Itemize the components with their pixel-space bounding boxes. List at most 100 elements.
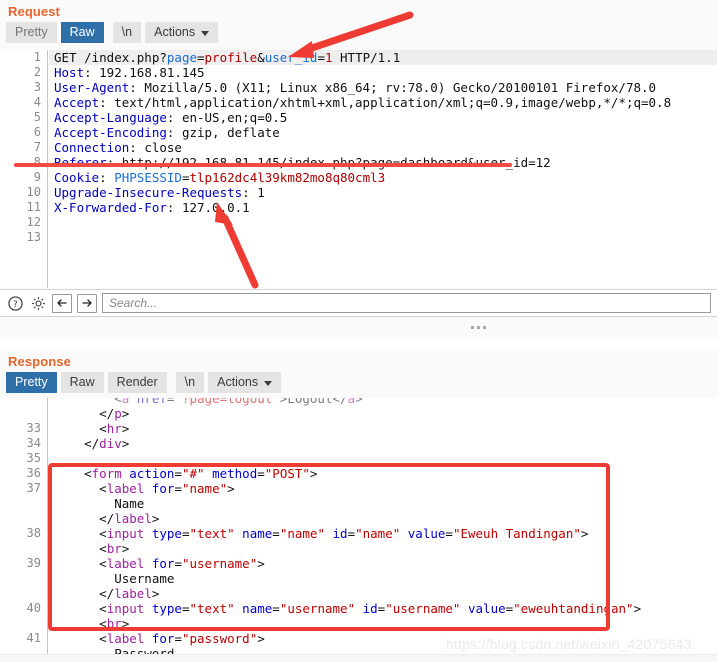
code-token: div bbox=[99, 436, 122, 451]
code-token: "password" bbox=[181, 631, 258, 646]
line-number: 7 bbox=[33, 140, 41, 154]
search-input[interactable]: Search... bbox=[102, 293, 711, 313]
line-number bbox=[0, 511, 47, 526]
line-number bbox=[0, 398, 47, 406]
request-tab-pretty[interactable]: Pretty bbox=[6, 22, 57, 44]
line-number: 34 bbox=[26, 436, 41, 450]
code-line[interactable]: <hr> bbox=[49, 421, 717, 436]
annotation-redbox-form bbox=[48, 463, 610, 631]
code-line[interactable]: Cookie: PHPSESSID=tlp162dc4l39km82mo8q80… bbox=[49, 170, 717, 185]
request-tab-actions[interactable]: Actions bbox=[145, 22, 219, 44]
response-tab-n[interactable]: \n bbox=[175, 372, 205, 394]
code-token: >Logout</ bbox=[279, 398, 348, 406]
request-tab-n[interactable]: \n bbox=[112, 22, 142, 44]
line-number: 12 bbox=[26, 215, 41, 229]
code-token: page bbox=[166, 50, 197, 65]
code-line[interactable]: Accept: text/html,application/xhtml+xml,… bbox=[49, 95, 717, 110]
code-token: : Mozilla/5.0 (X11; Linux x86_64; rv:78.… bbox=[129, 80, 657, 95]
code-line[interactable]: Host: 192.168.81.145 bbox=[49, 65, 717, 80]
code-token: Cookie bbox=[54, 170, 100, 185]
line-number: 6 bbox=[33, 125, 41, 139]
code-token: : gzip, deflate bbox=[166, 125, 280, 140]
code-line[interactable] bbox=[49, 215, 717, 230]
code-line[interactable]: Upgrade-Insecure-Requests: 1 bbox=[49, 185, 717, 200]
code-line[interactable]: Accept-Encoding: gzip, deflate bbox=[49, 125, 717, 140]
line-number: 13 bbox=[26, 230, 41, 244]
response-tab-raw[interactable]: Raw bbox=[60, 372, 104, 394]
code-line[interactable]: </div> bbox=[49, 436, 717, 451]
code-token: : 1 bbox=[242, 185, 265, 200]
line-number: 35 bbox=[26, 451, 41, 465]
watermark-text: https://blog.csdn.net/weixin_42075643 bbox=[446, 636, 692, 652]
code-line[interactable]: Connection: close bbox=[49, 140, 717, 155]
line-number: 39 bbox=[26, 556, 41, 570]
line-number bbox=[0, 616, 47, 631]
code-token: < bbox=[54, 631, 107, 646]
code-token: Accept-Encoding bbox=[54, 125, 167, 140]
code-token: : close bbox=[129, 140, 182, 155]
find-next-button[interactable] bbox=[77, 293, 97, 313]
code-token: GET /index.php? bbox=[54, 50, 167, 65]
panel-splitter[interactable] bbox=[0, 316, 717, 338]
code-token: Host bbox=[54, 65, 85, 80]
code-line[interactable]: X-Forwarded-For: 127.0.0.1 bbox=[49, 200, 717, 215]
response-tab-render[interactable]: Render bbox=[107, 372, 167, 394]
code-token: Accept-Language bbox=[54, 110, 167, 125]
code-token: : 192.168.81.145 bbox=[84, 65, 205, 80]
code-token: > bbox=[257, 631, 265, 646]
line-number: 38 bbox=[26, 526, 41, 540]
line-number: 41 bbox=[26, 631, 41, 645]
code-token: p bbox=[114, 406, 122, 421]
response-tab-actions[interactable]: Actions bbox=[208, 372, 282, 394]
code-token: hr bbox=[106, 421, 122, 436]
request-editor[interactable]: 1 2 3 4 5 6 7 8 9 10 11 12 13 GET /index.php?page=pr… bbox=[0, 50, 717, 288]
code-token: < bbox=[54, 421, 107, 436]
code-token: profile bbox=[204, 50, 258, 65]
request-code[interactable]: GET /index.php?page=profile&user_id=1 HT… bbox=[49, 50, 717, 288]
tab-label: \n bbox=[184, 375, 196, 389]
code-token: = bbox=[197, 50, 205, 65]
request-tab-raw[interactable]: Raw bbox=[60, 22, 104, 44]
request-panel-title: Request bbox=[8, 4, 60, 19]
bottom-strip bbox=[0, 654, 717, 662]
code-token: Accept bbox=[54, 95, 100, 110]
response-gutter: 33 34 35 36 37 38 39 40 41 bbox=[0, 398, 48, 662]
line-number bbox=[0, 496, 47, 511]
code-line[interactable]: <a href="?page=logout">Logout</a> bbox=[49, 398, 717, 406]
line-number: 9 bbox=[33, 170, 41, 184]
code-line[interactable]: GET /index.php?page=profile&user_id=1 HT… bbox=[49, 50, 717, 65]
code-token: PHPSESSID bbox=[114, 170, 182, 185]
code-token: HTTP/1.1 bbox=[332, 50, 401, 65]
line-number bbox=[0, 571, 47, 586]
request-findbar: ? Search... bbox=[0, 289, 717, 316]
code-token: </ bbox=[54, 436, 100, 451]
code-line[interactable]: User-Agent: Mozilla/5.0 (X11; Linux x86_… bbox=[49, 80, 717, 95]
tab-label: Pretty bbox=[15, 25, 48, 39]
code-token: user_id bbox=[264, 50, 318, 65]
find-previous-button[interactable] bbox=[52, 293, 72, 313]
tab-label: \n bbox=[121, 25, 133, 39]
tab-label: Pretty bbox=[15, 375, 48, 389]
request-panel: Request Pretty Raw \n Actions 1 2 3 4 5 6 7 8 9 10 11… bbox=[0, 0, 717, 316]
code-token: href bbox=[129, 398, 167, 406]
code-token: = bbox=[174, 631, 182, 646]
code-line[interactable] bbox=[49, 230, 717, 245]
code-line[interactable]: </p> bbox=[49, 406, 717, 421]
gear-icon[interactable] bbox=[29, 294, 47, 312]
code-token: : text/html,application/xhtml+xml,applic… bbox=[99, 95, 672, 110]
code-token: </ bbox=[54, 406, 115, 421]
code-token: : bbox=[99, 170, 115, 185]
response-tab-pretty[interactable]: Pretty bbox=[6, 372, 57, 394]
response-panel-title: Response bbox=[8, 354, 71, 369]
line-number: 2 bbox=[33, 65, 41, 79]
question-circle-icon[interactable]: ? bbox=[6, 294, 24, 312]
annotation-underline-referer bbox=[14, 163, 512, 167]
code-line[interactable]: Accept-Language: en-US,en;q=0.5 bbox=[49, 110, 717, 125]
code-token: > bbox=[121, 421, 130, 436]
code-token: 1 bbox=[324, 50, 333, 65]
code-token: X-Forwarded-For bbox=[54, 200, 167, 215]
code-token: : en-US,en;q=0.5 bbox=[166, 110, 288, 125]
code-token: > bbox=[121, 406, 130, 421]
line-number: 40 bbox=[26, 601, 41, 615]
tab-label: Actions bbox=[217, 375, 259, 389]
